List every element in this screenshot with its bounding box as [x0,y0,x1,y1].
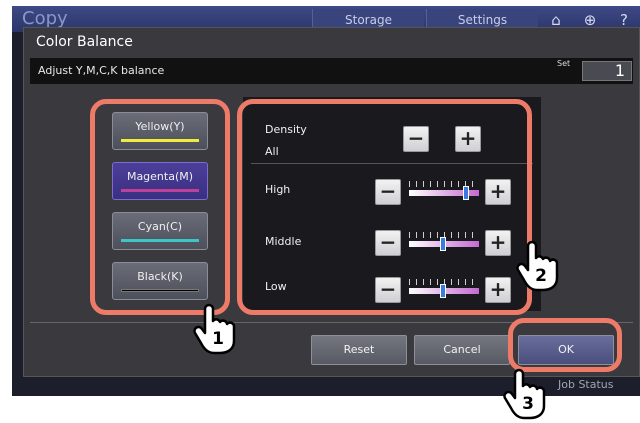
hand-pointer-icon: 3 [500,368,546,420]
callout-number-2: 2 [535,266,547,286]
callout-number-3: 3 [522,394,534,414]
instruction-bar: Adjust Y,M,C,K balance Set 1 [30,58,633,84]
hand-pointer-icon: 1 [190,303,236,355]
cancel-button[interactable]: Cancel [414,335,510,365]
highlight-color-buttons [90,99,230,315]
reset-button[interactable]: Reset [311,335,407,365]
highlight-adjustment-panel [237,99,532,315]
app-title: Copy [22,8,68,29]
set-label: Set [557,59,571,68]
set-value: 1 [582,61,632,81]
hand-pointer-icon: 2 [513,240,559,292]
callout-number-1: 1 [212,329,224,349]
dialog-title: Color Balance [36,34,133,50]
highlight-ok-button [508,318,622,372]
instruction-text: Adjust Y,M,C,K balance [38,64,165,77]
job-status-label[interactable]: Job Status [558,378,614,391]
